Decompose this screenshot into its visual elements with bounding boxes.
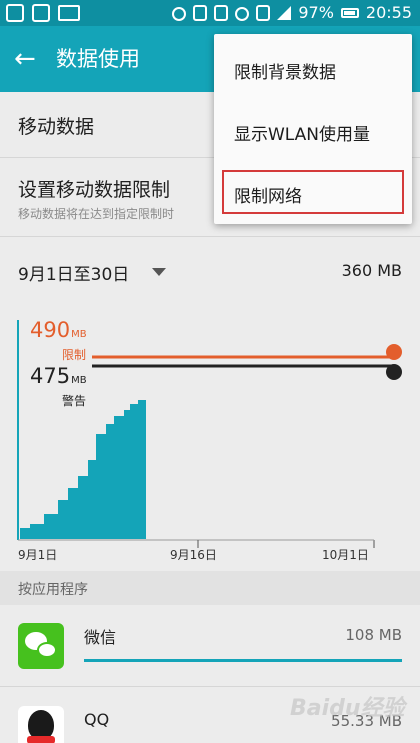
warning-label: 警告 xyxy=(62,394,87,408)
usage-area xyxy=(20,400,146,539)
clock: 20:55 xyxy=(365,3,412,22)
set-limit-label: 设置移动数据限制 xyxy=(18,179,171,201)
usage-cycle: 9月1日至30日 360 MB xyxy=(0,238,420,300)
wifi-icon xyxy=(235,6,250,21)
set-limit-summary: 移动数据将在达到指定限制时 xyxy=(18,207,175,221)
app-row-wechat[interactable]: 微信 108 MB xyxy=(0,605,420,687)
wechat-icon xyxy=(18,623,64,669)
warning-handle[interactable] xyxy=(386,364,402,380)
battery-icon xyxy=(340,7,359,18)
status-bar: 97% 20:55 xyxy=(0,0,420,26)
overflow-menu: 限制背景数据 显示WLAN使用量 限制网络 xyxy=(214,34,412,224)
limit-label: 限制 xyxy=(62,348,87,362)
lock-icon xyxy=(193,4,208,21)
sim1-icon xyxy=(256,4,271,21)
signal-icon xyxy=(277,5,292,20)
menu-item-restrict-background[interactable]: 限制背景数据 xyxy=(214,38,412,98)
menu-item-label: 限制网络 xyxy=(234,187,302,207)
watermark: Baidu经验 xyxy=(290,696,405,721)
mail-icon xyxy=(58,5,80,21)
menu-item-label: 限制背景数据 xyxy=(234,63,336,83)
menu-item-label: 显示WLAN使用量 xyxy=(234,125,371,145)
apps-section-header: 按应用程序 xyxy=(0,571,420,605)
storage-icon xyxy=(32,4,50,22)
mobile-data-label: 移动数据 xyxy=(18,116,95,138)
mute-icon xyxy=(214,4,229,21)
warning-value: 475MB xyxy=(30,364,87,388)
cycle-total: 360 MB xyxy=(341,261,402,280)
page-title: 数据使用 xyxy=(56,47,140,71)
sim-icon xyxy=(6,4,24,22)
app-usage-bar xyxy=(84,659,402,662)
x-tick-end: 10月1日 xyxy=(322,548,369,562)
apps-section-title: 按应用程序 xyxy=(18,582,88,598)
alarm-icon xyxy=(172,6,187,21)
menu-item-show-wlan-usage[interactable]: 显示WLAN使用量 xyxy=(214,100,412,160)
qq-icon xyxy=(18,706,64,743)
warning-number: 475 xyxy=(30,364,71,388)
caret-down-icon[interactable] xyxy=(152,268,166,276)
limit-handle[interactable] xyxy=(386,344,402,360)
app-name: QQ xyxy=(84,710,110,729)
x-tick-start: 9月1日 xyxy=(18,548,58,562)
x-tick-mid: 9月16日 xyxy=(170,548,217,562)
limit-value: 490MB xyxy=(30,318,87,342)
arrow-left-icon[interactable]: ← xyxy=(14,45,36,73)
app-usage: 108 MB xyxy=(345,626,402,644)
warning-unit: MB xyxy=(71,375,87,386)
battery-percent: 97% xyxy=(298,3,334,22)
cycle-dropdown[interactable]: 9月1日至30日 xyxy=(18,260,129,285)
limit-number: 490 xyxy=(30,318,71,342)
limit-unit: MB xyxy=(71,329,87,340)
menu-item-restrict-network[interactable]: 限制网络 xyxy=(214,162,412,222)
app-name: 微信 xyxy=(84,628,117,647)
usage-chart: 490MB 限制 475MB 警告 9月1日 9月16日 10月1日 xyxy=(0,300,420,570)
